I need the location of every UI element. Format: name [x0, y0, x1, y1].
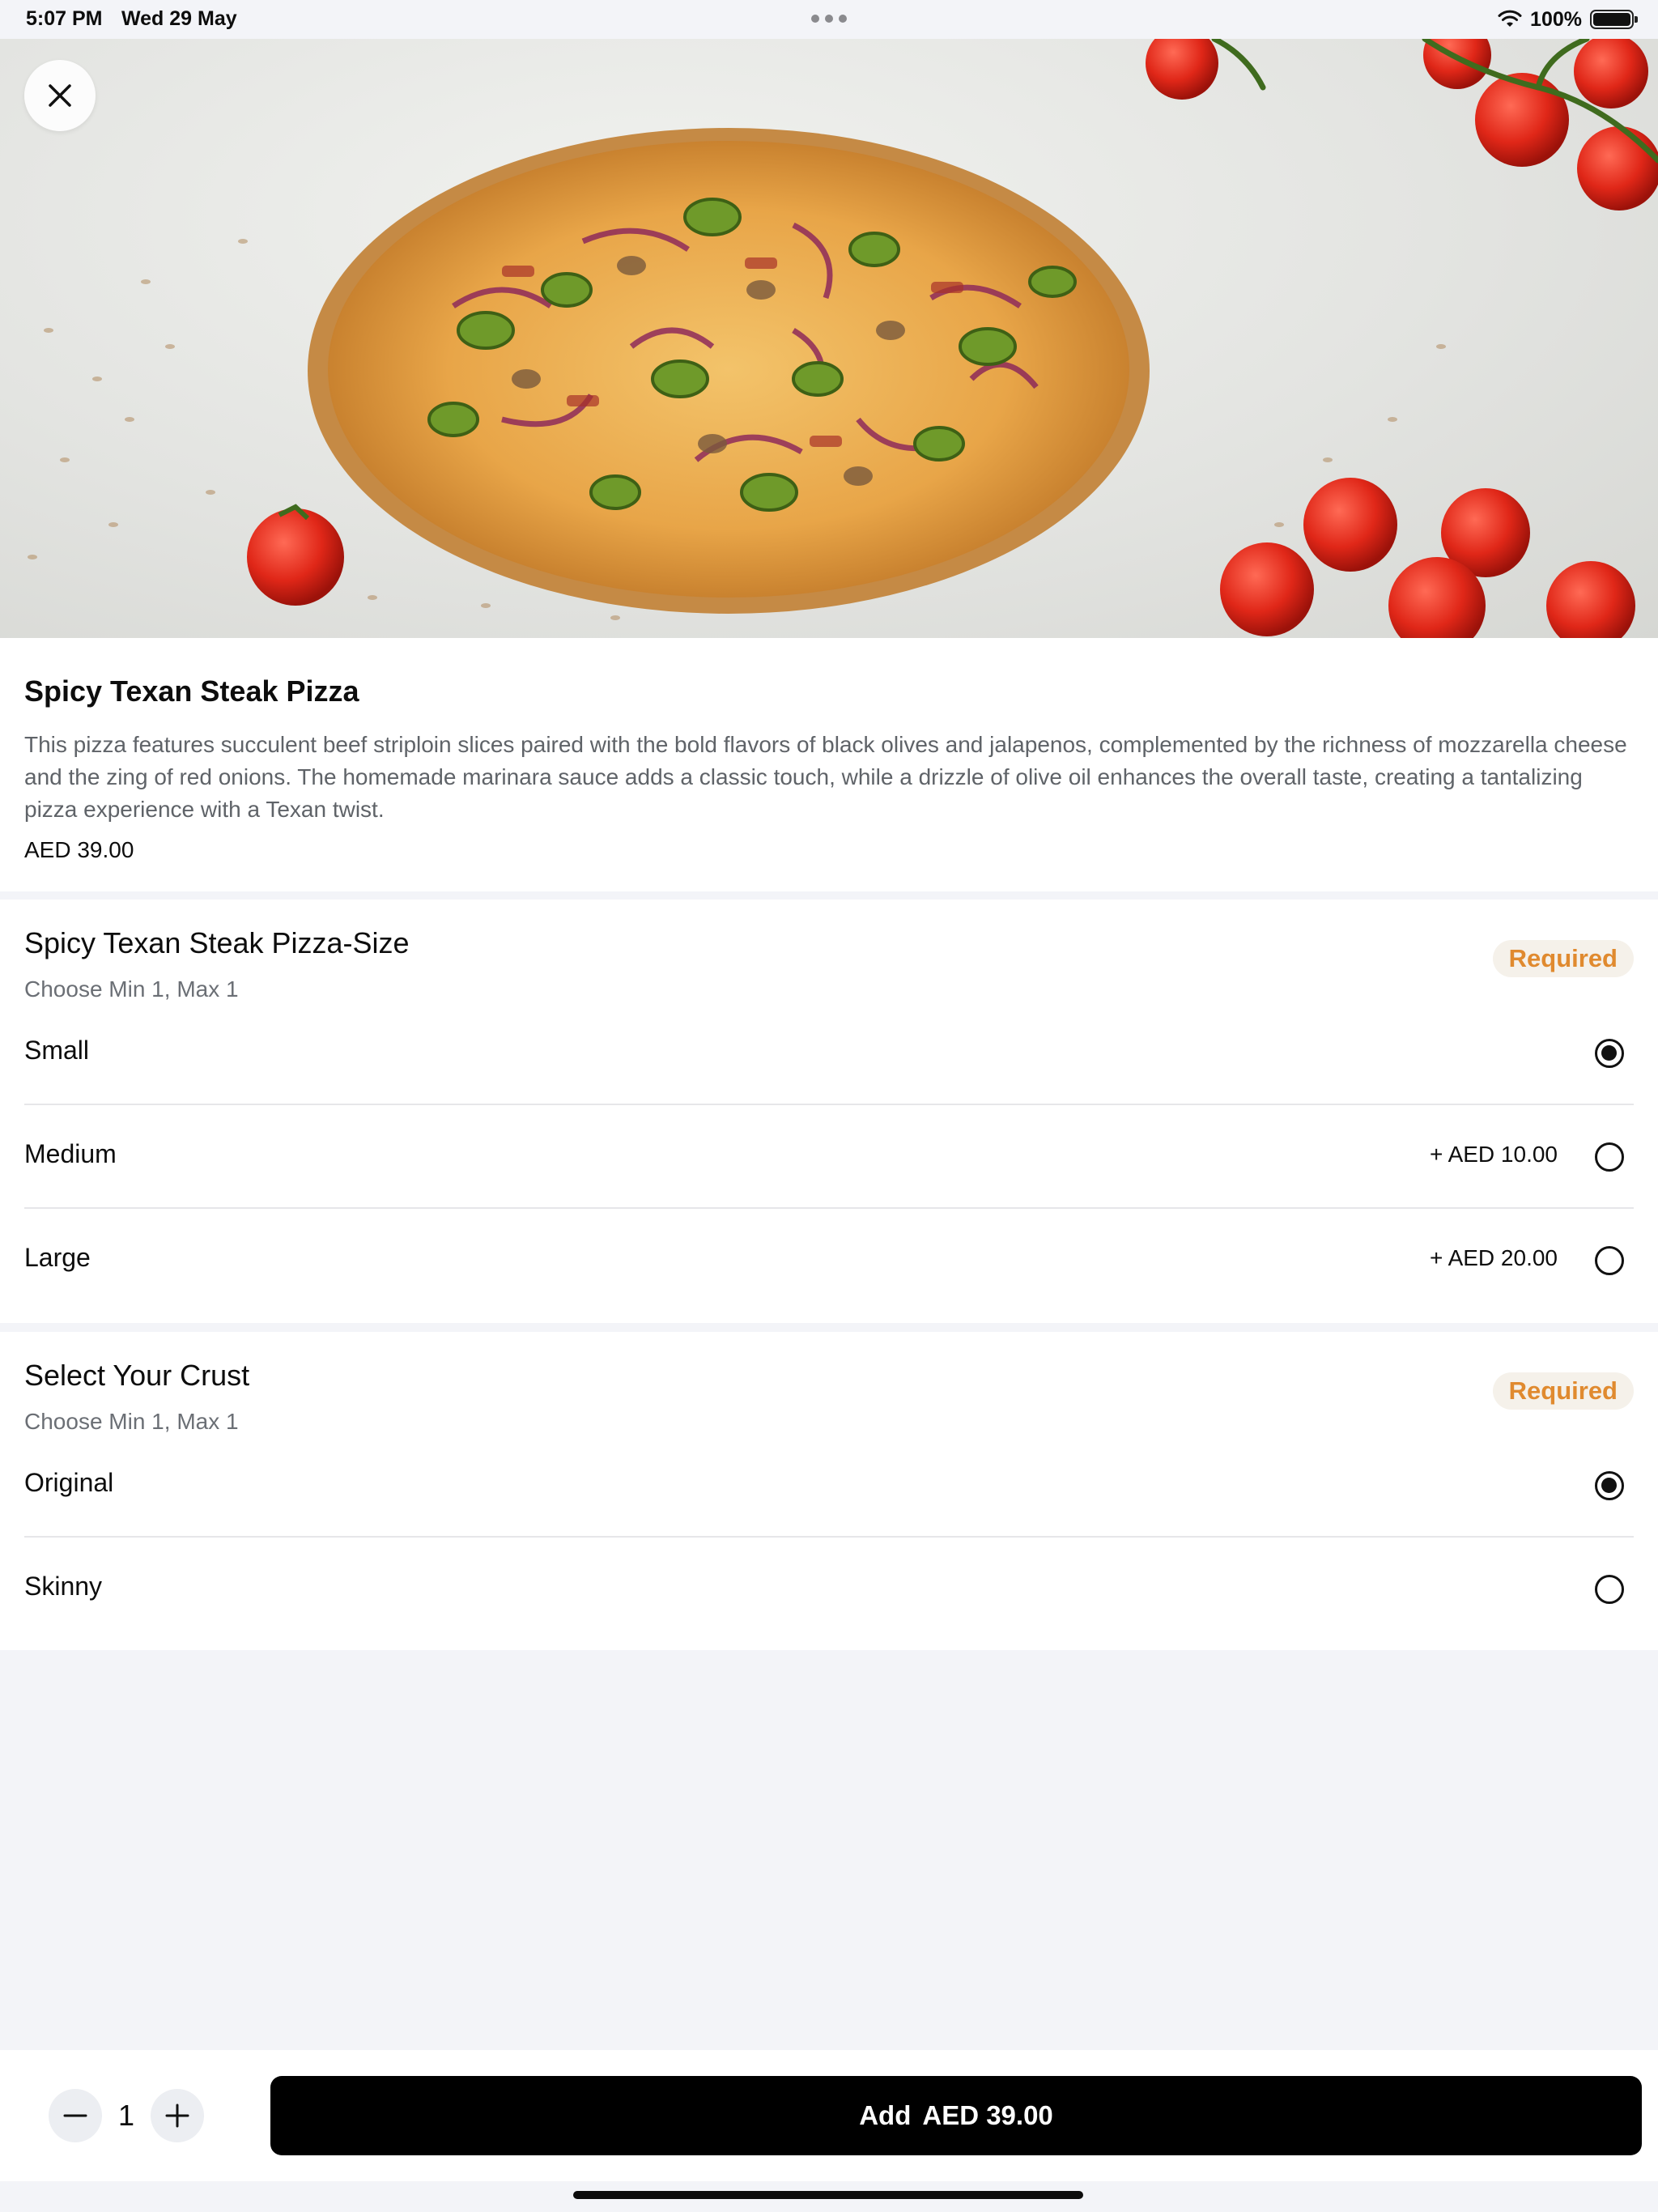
- radio-checked-icon[interactable]: [1595, 1471, 1624, 1500]
- group-title: Spicy Texan Steak Pizza-Size: [24, 926, 410, 959]
- option-price: + AED 10.00: [1429, 1142, 1558, 1167]
- product-title: Spicy Texan Steak Pizza: [24, 674, 359, 708]
- crust-option-group: Select Your Crust Choose Min 1, Max 1 Re…: [0, 1332, 1658, 1650]
- add-to-cart-button[interactable]: Add AED 39.00: [270, 2076, 1642, 2155]
- plus-icon: [165, 2104, 189, 2128]
- option-skinny[interactable]: Skinny: [24, 1538, 1634, 1641]
- multitasking-dots-icon[interactable]: [811, 15, 847, 23]
- option-label: Large: [24, 1243, 91, 1272]
- product-info: Spicy Texan Steak Pizza This pizza featu…: [0, 638, 1658, 891]
- option-large[interactable]: Large + AED 20.00: [24, 1209, 1634, 1312]
- status-bar: 5:07 PM Wed 29 May 100%: [0, 0, 1658, 39]
- status-date: Wed 29 May: [121, 7, 237, 30]
- quantity-value: 1: [118, 2099, 135, 2132]
- option-label: Small: [24, 1036, 90, 1065]
- increase-quantity-button[interactable]: [151, 2089, 204, 2142]
- option-small[interactable]: Small: [24, 1002, 1634, 1105]
- option-price: + AED 20.00: [1429, 1245, 1558, 1270]
- wifi-icon: [1498, 10, 1522, 27]
- option-label: Medium: [24, 1139, 117, 1168]
- decrease-quantity-button[interactable]: [49, 2089, 102, 2142]
- radio-unchecked-icon[interactable]: [1595, 1575, 1624, 1604]
- status-time: 5:07 PM: [26, 7, 103, 30]
- option-original[interactable]: Original: [24, 1434, 1634, 1538]
- required-badge: Required: [1492, 940, 1634, 977]
- add-label: Add: [859, 2100, 912, 2130]
- battery-icon: [1590, 10, 1638, 29]
- product-price: AED 39.00: [24, 837, 134, 862]
- option-label: Skinny: [24, 1572, 103, 1601]
- group-subtitle: Choose Min 1, Max 1: [24, 976, 239, 1002]
- radio-unchecked-icon[interactable]: [1595, 1142, 1624, 1172]
- radio-unchecked-icon[interactable]: [1595, 1246, 1624, 1275]
- battery-percent: 100%: [1530, 7, 1582, 31]
- close-icon: [49, 84, 71, 107]
- group-subtitle: Choose Min 1, Max 1: [24, 1409, 239, 1434]
- bottom-bar: 1 Add AED 39.00: [0, 2050, 1658, 2181]
- option-medium[interactable]: Medium + AED 10.00: [24, 1105, 1634, 1209]
- option-label: Original: [24, 1468, 114, 1497]
- product-description: This pizza features succulent beef strip…: [24, 732, 1627, 822]
- pizza-illustration: [28, 39, 1658, 638]
- size-option-group: Spicy Texan Steak Pizza-Size Choose Min …: [0, 900, 1658, 1323]
- home-indicator[interactable]: [573, 2191, 1083, 2199]
- radio-checked-icon[interactable]: [1595, 1039, 1624, 1068]
- required-badge: Required: [1492, 1372, 1634, 1410]
- add-price: AED 39.00: [922, 2100, 1053, 2130]
- status-right: 100%: [1498, 6, 1638, 33]
- product-image: [0, 39, 1658, 638]
- minus-icon: [63, 2114, 87, 2117]
- group-title: Select Your Crust: [24, 1359, 250, 1392]
- close-button[interactable]: [24, 60, 96, 131]
